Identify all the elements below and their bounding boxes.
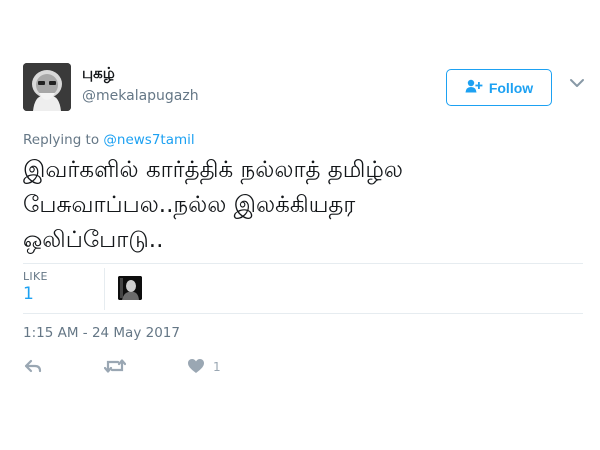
chevron-down-icon[interactable] — [568, 74, 586, 92]
like-action[interactable]: 1 — [187, 357, 221, 377]
heart-icon — [187, 358, 205, 377]
reply-mention-link[interactable]: @news7tamil — [103, 132, 194, 148]
timestamp[interactable]: 1:15 AM - 24 May 2017 — [23, 325, 180, 341]
display-name[interactable]: புகழ் — [82, 64, 115, 84]
follow-button[interactable]: Follow — [446, 69, 552, 106]
likes-label: LIKE — [23, 270, 48, 283]
person-add-icon — [465, 79, 483, 96]
avatar[interactable] — [23, 63, 71, 111]
replying-prefix: Replying to — [23, 132, 100, 148]
reply-icon — [24, 358, 42, 377]
replying-to: Replying to @news7tamil — [23, 132, 195, 148]
retweet-action[interactable] — [103, 357, 127, 377]
divider-bottom — [23, 313, 583, 314]
retweet-icon — [103, 358, 127, 377]
tweet-card: புகழ் @mekalapugazh Follow Replying to @… — [0, 0, 600, 450]
user-handle[interactable]: @mekalapugazh — [82, 88, 199, 104]
tweet-text: இவர்களில் கார்த்திக் நல்லாத் தமிழ்ல பேசு… — [23, 157, 404, 253]
stats-separator — [104, 268, 105, 310]
divider-top — [23, 263, 583, 264]
follow-label: Follow — [488, 79, 534, 96]
reply-action[interactable] — [24, 357, 42, 377]
like-action-count: 1 — [213, 360, 221, 374]
liker-avatar[interactable] — [118, 276, 142, 300]
likes-count[interactable]: 1 — [23, 284, 34, 304]
